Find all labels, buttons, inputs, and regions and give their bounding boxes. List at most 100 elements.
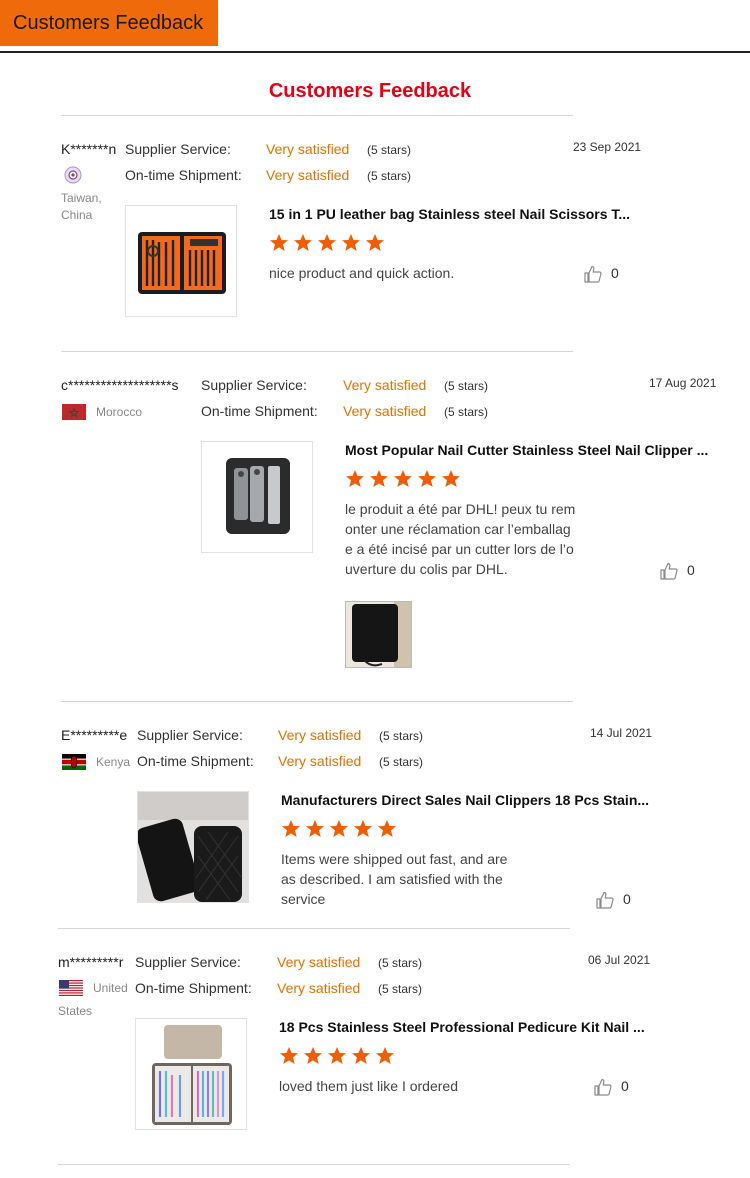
supplier-stars-text: (5 stars) [444, 379, 489, 393]
star-icon [303, 1046, 323, 1066]
shipment-rating: Very satisfied [266, 167, 350, 183]
supplier-service-label: Supplier Service: [201, 377, 307, 393]
like-count: 0 [611, 265, 619, 281]
supplier-service-label: Supplier Service: [135, 954, 241, 970]
shipment-stars-text: (5 stars) [444, 405, 489, 419]
rating-stars [281, 819, 401, 839]
star-icon [345, 469, 365, 489]
star-icon [393, 469, 413, 489]
shipment-label: On-time Shipment: [125, 167, 242, 183]
star-icon [375, 1046, 395, 1066]
product-title[interactable]: Manufacturers Direct Sales Nail Clippers… [281, 792, 649, 808]
star-icon [305, 819, 325, 839]
reviewer-country-line1: United [93, 981, 128, 995]
supplier-service-label: Supplier Service: [125, 141, 231, 157]
reviewer-name: m*********r [58, 954, 124, 970]
product-thumbnail[interactable] [137, 791, 249, 903]
shipment-rating: Very satisfied [277, 980, 361, 996]
review-comment: loved them just like I ordered [279, 1078, 458, 1094]
star-icon [441, 469, 461, 489]
comment-line: service [281, 891, 326, 907]
product-thumbnail[interactable] [135, 1018, 247, 1130]
shipment-label: On-time Shipment: [201, 403, 318, 419]
review-date: 17 Aug 2021 [649, 376, 717, 390]
thumbs-up-glyph [584, 265, 602, 283]
reviewer-name: K*******n [61, 141, 117, 157]
supplier-rating: Very satisfied [278, 727, 362, 743]
star-icon [353, 819, 373, 839]
like-count: 0 [623, 891, 631, 907]
shipment-label: On-time Shipment: [135, 980, 252, 996]
supplier-rating: Very satisfied [343, 377, 427, 393]
review-divider [61, 701, 573, 702]
review-comment: Items were shipped out fast, and are as … [281, 849, 551, 909]
rating-stars [345, 469, 465, 489]
reviewer-country: Taiwan, China [61, 191, 102, 222]
title-divider [61, 115, 573, 116]
star-icon [341, 233, 361, 253]
shipment-rating: Very satisfied [343, 403, 427, 419]
nail-clipper-cases-image [138, 792, 248, 902]
supplier-stars-text: (5 stars) [379, 729, 424, 743]
rating-stars [279, 1046, 399, 1066]
comment-line: uverture du colis par DHL. [345, 561, 508, 577]
customers-feedback-tab[interactable]: Customers Feedback [0, 0, 218, 46]
review-comment: le produit a été par DHL! peux tu rem on… [345, 499, 605, 579]
review-photo[interactable] [345, 601, 412, 668]
reviewer-country: Kenya [96, 755, 131, 769]
reviewer-country: Morocco [96, 405, 143, 419]
thumbs-up-glyph [596, 891, 614, 909]
star-icon [329, 819, 349, 839]
review-date: 06 Jul 2021 [588, 953, 651, 967]
comment-line: Items were shipped out fast, and are [281, 851, 508, 867]
reviewer-name: E*********e [61, 727, 128, 743]
comment-line: e a été incisé par un cutter lors de l’o [345, 541, 574, 557]
taiwan-emblem-icon [64, 166, 82, 184]
review-divider [58, 1164, 570, 1165]
morocco-flag-icon [62, 404, 86, 420]
like-count: 0 [621, 1078, 629, 1094]
shipment-rating: Very satisfied [278, 753, 362, 769]
product-title[interactable]: 18 Pcs Stainless Steel Professional Pedi… [279, 1019, 645, 1035]
star-icon [351, 1046, 371, 1066]
star-icon [327, 1046, 347, 1066]
supplier-rating: Very satisfied [266, 141, 350, 157]
comment-line: le produit a été par DHL! peux tu rem [345, 501, 576, 517]
comment-line: as described. I am satisfied with the [281, 871, 503, 887]
shipment-label: On-time Shipment: [137, 753, 254, 769]
nail-kit-orange-image [126, 206, 236, 316]
pedicure-kit-image [136, 1019, 246, 1129]
thumbs-up-glyph [594, 1078, 612, 1096]
shipment-stars-text: (5 stars) [378, 982, 423, 996]
star-icon [377, 819, 397, 839]
usa-flag-icon [59, 980, 83, 996]
review-divider [61, 351, 573, 352]
product-thumbnail[interactable] [125, 205, 237, 317]
star-icon [317, 233, 337, 253]
thumbs-up-icon[interactable] [595, 890, 615, 910]
supplier-service-label: Supplier Service: [137, 727, 243, 743]
product-title[interactable]: Most Popular Nail Cutter Stainless Steel… [345, 442, 708, 458]
product-thumbnail[interactable] [201, 441, 313, 553]
product-title[interactable]: 15 in 1 PU leather bag Stainless steel N… [269, 206, 630, 222]
review-divider [58, 928, 570, 929]
kenya-flag-icon [62, 754, 86, 770]
review-date: 23 Sep 2021 [573, 140, 642, 154]
thumbs-up-glyph [660, 562, 678, 580]
shipment-stars-text: (5 stars) [367, 169, 412, 183]
review-comment: nice product and quick action. [269, 265, 455, 281]
thumbs-up-icon[interactable] [659, 561, 679, 581]
supplier-stars-text: (5 stars) [378, 956, 423, 970]
header-divider [0, 51, 750, 53]
shipment-stars-text: (5 stars) [379, 755, 424, 769]
comment-line: onter une réclamation car l’emballag [345, 521, 571, 537]
page-title: Customers Feedback [268, 80, 472, 102]
star-icon [369, 469, 389, 489]
supplier-rating: Very satisfied [277, 954, 361, 970]
supplier-stars-text: (5 stars) [367, 143, 412, 157]
thumbs-up-icon[interactable] [593, 1077, 613, 1097]
thumbs-up-icon[interactable] [583, 264, 603, 284]
star-icon [417, 469, 437, 489]
star-icon [293, 233, 313, 253]
like-count: 0 [687, 562, 695, 578]
